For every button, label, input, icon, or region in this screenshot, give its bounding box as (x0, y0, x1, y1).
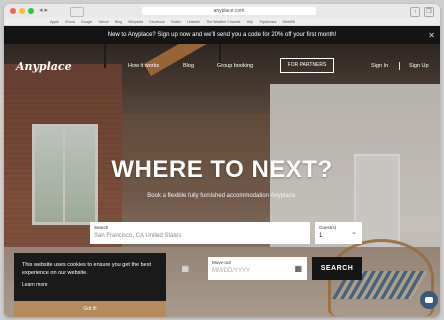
back-icon[interactable]: ◂ (39, 7, 43, 15)
bookmark-item[interactable]: Facebook (149, 20, 164, 24)
forward-icon[interactable]: ▸ (45, 7, 49, 15)
tabs-icon[interactable]: ❐ (424, 7, 434, 17)
move-out-label: Move-out (212, 260, 231, 265)
bookmark-item[interactable]: WebMD (283, 20, 296, 24)
guests-value[interactable]: 1 (319, 233, 322, 239)
address-bar[interactable]: anyplace.com (142, 7, 316, 15)
nav-blog[interactable]: Blog (183, 63, 194, 69)
chat-icon (425, 297, 433, 303)
guests-field[interactable]: Guest(s) 1 ⌄ (315, 222, 362, 244)
guests-label: Guest(s) (319, 225, 337, 230)
bookmark-item[interactable]: Apple (50, 20, 59, 24)
bookmark-item[interactable]: Bing (115, 20, 122, 24)
search-label: Search (94, 225, 109, 230)
move-out-field[interactable]: Move-out MM/DD/YYYY ▦ (208, 257, 307, 280)
bookmark-item[interactable]: Twitter (171, 20, 181, 24)
promo-banner: New to Anyplace? Sign up now and we'll s… (4, 26, 440, 45)
promo-text: New to Anyplace? Sign up now and we'll s… (107, 32, 337, 38)
browser-titlebar: ◂ ▸ anyplace.com ↑ ❐ (4, 4, 440, 18)
hero-headline: WHERE TO NEXT? (111, 156, 333, 183)
got-it-button[interactable]: Got it! (14, 301, 166, 317)
history-nav: ◂ ▸ (39, 7, 48, 15)
hero-section: Anyplace How it works Blog Group booking… (4, 44, 440, 317)
nav-group-booking[interactable]: Group booking (217, 63, 253, 69)
nav-sign-up[interactable]: Sign Up (409, 63, 429, 69)
chat-button[interactable] (420, 291, 438, 309)
cookie-text: This website uses cookies to ensure you … (22, 262, 152, 276)
chevron-down-icon[interactable]: ⌄ (351, 228, 357, 236)
close-icon[interactable]: ✕ (428, 26, 435, 45)
bookmark-item[interactable]: LinkedIn (187, 20, 200, 24)
nav-how-it-works[interactable]: How it works (128, 63, 159, 69)
nav-divider (399, 62, 400, 70)
bookmark-item[interactable]: Google (81, 20, 92, 24)
bookmarks-bar: Apple iCloud Google Yahoo! Bing Wikipedi… (4, 18, 440, 26)
for-partners-button[interactable]: FOR PARTNERS (280, 58, 334, 73)
bookmark-item[interactable]: Yelp (246, 20, 253, 24)
browser-toolbar-right: ↑ ❐ (410, 7, 434, 17)
bookmark-item[interactable]: The Weather Channel (206, 20, 240, 24)
learn-more-link[interactable]: Learn more (22, 282, 48, 288)
move-out-input[interactable]: MM/DD/YYYY (212, 268, 250, 274)
sidebar-toggle-icon[interactable] (70, 7, 84, 17)
zoom-window-button[interactable] (28, 8, 34, 14)
bookmark-item[interactable]: Wikipedia (128, 20, 143, 24)
close-window-button[interactable] (10, 8, 16, 14)
bookmark-item[interactable]: Yahoo! (98, 20, 109, 24)
calendar-icon[interactable]: ▦ (294, 264, 302, 273)
calendar-icon[interactable]: ▦ (181, 264, 189, 273)
share-icon[interactable]: ↑ (410, 7, 420, 17)
location-search-field[interactable]: Search San Francisco, CA United States (90, 222, 310, 244)
bookmark-item[interactable]: iCloud (65, 20, 75, 24)
site-logo[interactable]: Anyplace (16, 60, 72, 73)
window-controls (10, 8, 34, 14)
nav-sign-in[interactable]: Sign In (371, 63, 388, 69)
search-button[interactable]: SEARCH (312, 257, 362, 280)
bookmark-item[interactable]: TripAdvisor (259, 20, 277, 24)
browser-window: ◂ ▸ anyplace.com ↑ ❐ Apple iCloud Google… (4, 4, 440, 317)
search-input[interactable]: San Francisco, CA United States (94, 233, 181, 239)
hero-tagline: Book a flexible fully furnished accommod… (147, 193, 297, 199)
cookie-banner: This website uses cookies to ensure you … (14, 253, 166, 317)
minimize-window-button[interactable] (19, 8, 25, 14)
